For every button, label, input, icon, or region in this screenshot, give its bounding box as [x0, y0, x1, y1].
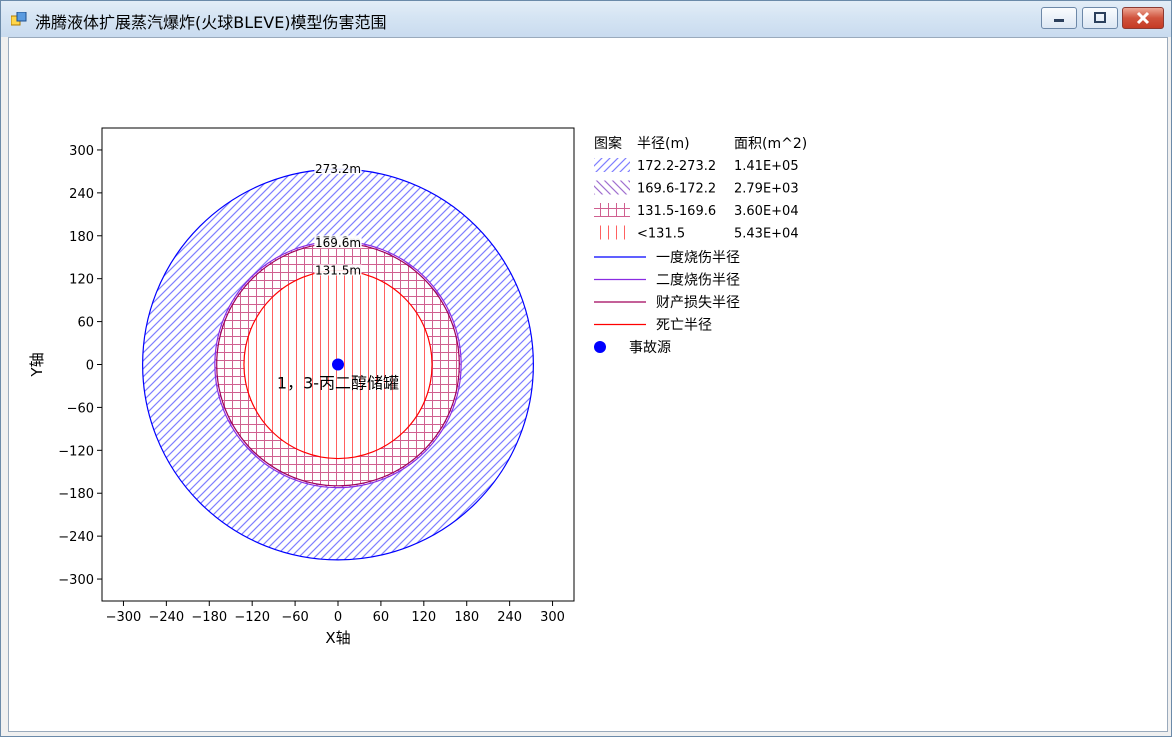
y-tick-label-5: 0: [86, 359, 94, 374]
legend-header-1: 图案: [594, 135, 622, 152]
ring-label-3: 169.6m: [315, 236, 361, 250]
x-tick-label-10: 300: [540, 610, 565, 625]
legend-range-4: <131.5: [637, 227, 685, 242]
x-tick-label-7: 120: [411, 610, 436, 625]
legend-range-2: 169.6-172.2: [637, 182, 716, 197]
y-tick-label-2: −180: [58, 487, 94, 502]
y-tick-label-0: −300: [58, 573, 94, 588]
bleve-chart: 273.2m172.2m169.6m131.5m1，3-丙二醇储罐 −300−2…: [28, 127, 807, 647]
legend-swatch-3: [594, 203, 630, 217]
y-tick-label-6: 60: [77, 316, 94, 331]
x-axis-label: X轴: [325, 629, 350, 647]
x-tick-label-9: 240: [497, 610, 522, 625]
legend-header-3: 面积(m^2): [734, 136, 807, 152]
legend-source-marker: [594, 341, 606, 353]
x-tick-label-0: −300: [106, 610, 142, 625]
plot-area: 273.2m172.2m169.6m131.5m1，3-丙二醇储罐: [102, 128, 574, 601]
x-tick-label-2: −180: [191, 610, 227, 625]
y-tick-label-3: −120: [58, 444, 94, 459]
legend-line-label-2: 二度烧伤半径: [656, 273, 740, 289]
y-axis-label: Y轴: [28, 352, 46, 377]
legend-area-3: 3.60E+04: [734, 204, 799, 219]
x-tick-label-5: 0: [334, 610, 342, 625]
legend-swatch-1: [594, 158, 630, 172]
legend-swatch-2: [594, 180, 630, 195]
legend-range-1: 172.2-273.2: [637, 159, 716, 174]
legend-line-label-3: 财产损失半径: [656, 295, 740, 311]
legend-range-3: 131.5-169.6: [637, 204, 716, 219]
legend-swatch-4: [594, 225, 630, 240]
ring-label-4: 131.5m: [315, 263, 361, 277]
legend-source-label: 事故源: [629, 340, 671, 356]
y-tick-label-1: −240: [58, 530, 94, 545]
ring-label-1: 273.2m: [315, 162, 361, 176]
legend: 图案 半径(m) 面积(m^2) 172.2-273.2 1.41E+05 169.6-1…: [594, 135, 807, 356]
x-tick-label-8: 180: [454, 610, 479, 625]
x-tick-label-1: −240: [149, 610, 185, 625]
x-tick-label-6: 60: [373, 610, 390, 625]
legend-area-4: 5.43E+04: [734, 227, 799, 242]
x-tick-label-4: −60: [281, 610, 308, 625]
x-tick-label-3: −120: [234, 610, 270, 625]
y-tick-label-9: 240: [69, 187, 94, 202]
y-tick-label-10: 300: [69, 144, 94, 159]
accident-source-point: [332, 358, 344, 371]
legend-header-2: 半径(m): [637, 136, 690, 152]
source-label: 1，3-丙二醇储罐: [277, 374, 399, 393]
y-tick-label-7: 120: [69, 273, 94, 288]
y-tick-label-4: −60: [67, 401, 94, 416]
legend-line-label-4: 死亡半径: [656, 318, 712, 334]
y-tick-label-8: 180: [69, 230, 94, 245]
legend-area-1: 1.41E+05: [734, 159, 799, 174]
legend-area-2: 2.79E+03: [734, 182, 799, 197]
legend-line-label-1: 一度烧伤半径: [656, 250, 740, 266]
